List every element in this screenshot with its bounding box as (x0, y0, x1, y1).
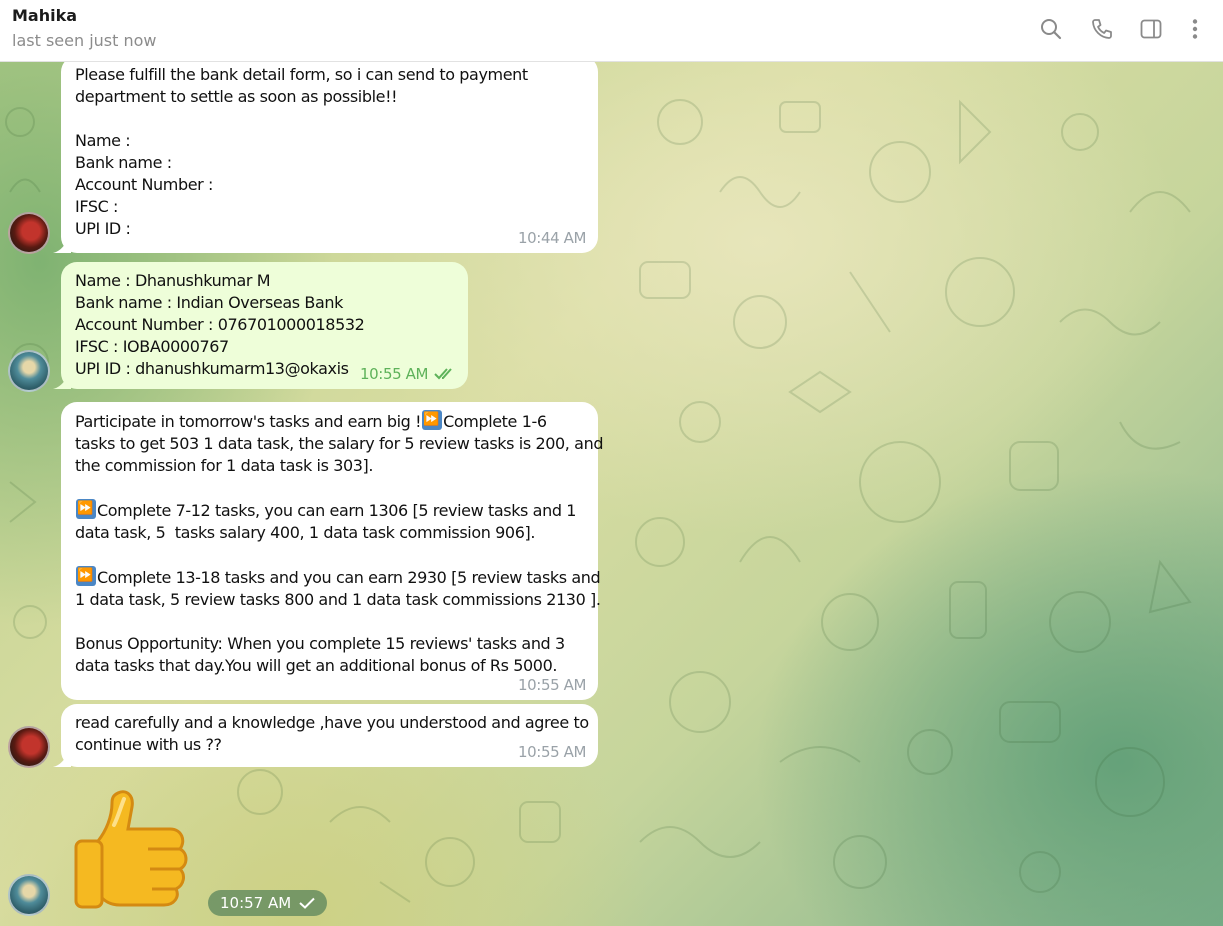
message-bubble-incoming[interactable]: Participate in tomorrow's tasks and earn… (61, 402, 604, 700)
phone-icon[interactable] (1087, 14, 1117, 44)
sidebar-toggle-icon[interactable] (1136, 14, 1166, 44)
message-line: Bank name : Indian Overseas Bank (75, 293, 343, 312)
chat-header: Mahika last seen just now (0, 0, 1223, 62)
message-line: UPI ID : (75, 219, 131, 238)
sticker-meta: 10:57 AM (208, 890, 328, 916)
message-line: Bonus Opportunity: When you complete 15 … (75, 634, 565, 653)
message-meta: 10:55 AM (360, 363, 456, 385)
message-time: 10:55 AM (518, 743, 586, 761)
message-line: Name : Dhanushkumar M (75, 271, 271, 290)
message-text: Complete 7-12 tasks, you can earn 1306 [… (97, 501, 577, 520)
message-line (75, 108, 584, 130)
message-line: data task, 5 tasks salary 400, 1 data ta… (75, 523, 536, 542)
message-line: 1 data task, 5 review tasks 800 and 1 da… (75, 590, 601, 609)
message-meta: 10:44 AM (518, 227, 586, 249)
message-bubble-outgoing[interactable]: Name : Dhanushkumar M Bank name : Indian… (53, 262, 468, 389)
chat-status: last seen just now (12, 31, 157, 50)
message-line: Please fulfill the bank detail form, so … (75, 65, 528, 84)
message-meta: 10:55 AM (518, 674, 586, 696)
message-time: 10:55 AM (518, 676, 586, 694)
message-line: data tasks that day.You will get an addi… (75, 656, 558, 675)
fast-forward-icon (76, 565, 96, 587)
message-line: department to settle as soon as possible… (75, 87, 398, 106)
message-line: the commission for 1 data task is 303]. (75, 456, 374, 475)
thumbs-up-sticker[interactable] (70, 785, 200, 910)
chat-title[interactable]: Mahika (12, 6, 77, 25)
message-line: Account Number : (75, 175, 214, 194)
message-text: Participate in tomorrow's tasks and earn… (75, 412, 422, 431)
fast-forward-icon (422, 409, 443, 431)
contact-avatar[interactable] (8, 212, 50, 254)
bubble-tail (53, 371, 71, 389)
message-line: Name : (75, 131, 131, 150)
message-line: tasks to get 503 1 data task, the salary… (75, 434, 604, 453)
message-line: IFSC : IOBA0000767 (75, 337, 229, 356)
chat-background: Please fulfill the bank detail form, so … (0, 62, 1223, 926)
message-text: Complete 13-18 tasks and you can earn 29… (97, 568, 601, 587)
message-time: 10:57 AM (220, 894, 292, 912)
contact-avatar[interactable] (8, 726, 50, 768)
message-time: 10:44 AM (518, 229, 586, 247)
message-line: Complete 13-18 tasks and you can earn 29… (75, 565, 601, 589)
message-text: Complete 1-6 (443, 412, 547, 431)
more-vertical-icon[interactable] (1180, 14, 1210, 44)
message-line: Account Number : 076701000018532 (75, 315, 365, 334)
message-meta: 10:55 AM (518, 741, 586, 763)
user-avatar[interactable] (8, 874, 50, 916)
message-line: Bank name : (75, 153, 172, 172)
message-line (75, 611, 584, 633)
fast-forward-icon (76, 498, 96, 520)
user-avatar[interactable] (8, 350, 50, 392)
message-line: read carefully and a knowledge ,have you… (75, 713, 589, 732)
message-line (75, 544, 584, 566)
message-line: Complete 7-12 tasks, you can earn 1306 [… (75, 498, 584, 522)
message-line: continue with us ?? (75, 735, 222, 754)
message-line: Participate in tomorrow's tasks and earn… (75, 409, 584, 433)
bubble-tail (53, 235, 71, 253)
double-check-icon (434, 368, 452, 380)
single-check-icon (299, 897, 315, 909)
message-line (75, 477, 584, 499)
bubble-tail (53, 749, 71, 767)
message-line: IFSC : (75, 197, 119, 216)
message-bubble-incoming[interactable]: read carefully and a knowledge ,have you… (53, 704, 598, 767)
message-time: 10:55 AM (360, 365, 428, 383)
message-bubble-incoming[interactable]: Please fulfill the bank detail form, so … (53, 62, 598, 253)
search-icon[interactable] (1036, 14, 1066, 44)
